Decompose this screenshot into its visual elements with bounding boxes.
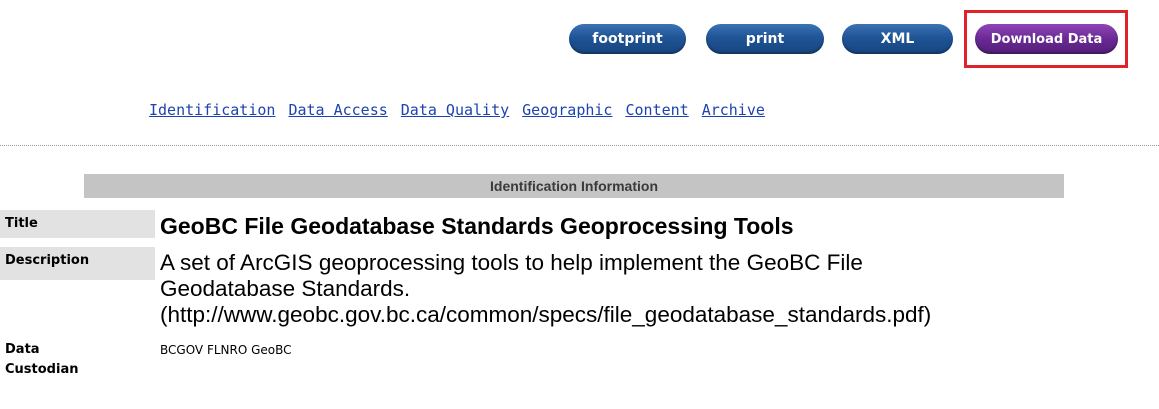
nav-link-data-quality[interactable]: Data Quality	[401, 101, 509, 119]
data-custodian-value: BCGOV FLNRO GeoBC	[160, 343, 292, 357]
description-value: A set of ArcGIS geoprocessing tools to h…	[160, 250, 931, 328]
print-button[interactable]: print	[706, 24, 824, 54]
description-label: Description	[0, 247, 155, 280]
data-custodian-label: Data Custodian	[0, 340, 155, 380]
download-data-highlight-box	[964, 10, 1128, 68]
section-nav: Identification Data Access Data Quality Geo…	[149, 101, 778, 119]
nav-link-data-access[interactable]: Data Access	[288, 101, 387, 119]
nav-link-identification[interactable]: Identification	[149, 101, 275, 119]
description-line: A set of ArcGIS geoprocessing tools to h…	[160, 250, 863, 275]
nav-link-geographic[interactable]: Geographic	[522, 101, 612, 119]
title-value: GeoBC File Geodatabase Standards Geoproc…	[160, 213, 794, 239]
title-label: Title	[0, 210, 155, 238]
description-line: Geodatabase Standards.	[160, 276, 411, 301]
footprint-button[interactable]: footprint	[569, 24, 686, 54]
section-header: Identification Information	[84, 174, 1064, 198]
data-custodian-label-line: Data	[5, 342, 40, 357]
nav-link-archive[interactable]: Archive	[702, 101, 765, 119]
data-custodian-label-line: Custodian	[5, 362, 79, 377]
description-line: (http://www.geobc.gov.bc.ca/common/specs…	[160, 302, 932, 327]
xml-button[interactable]: XML	[842, 24, 953, 54]
nav-link-content[interactable]: Content	[625, 101, 688, 119]
dotted-divider	[0, 145, 1159, 146]
